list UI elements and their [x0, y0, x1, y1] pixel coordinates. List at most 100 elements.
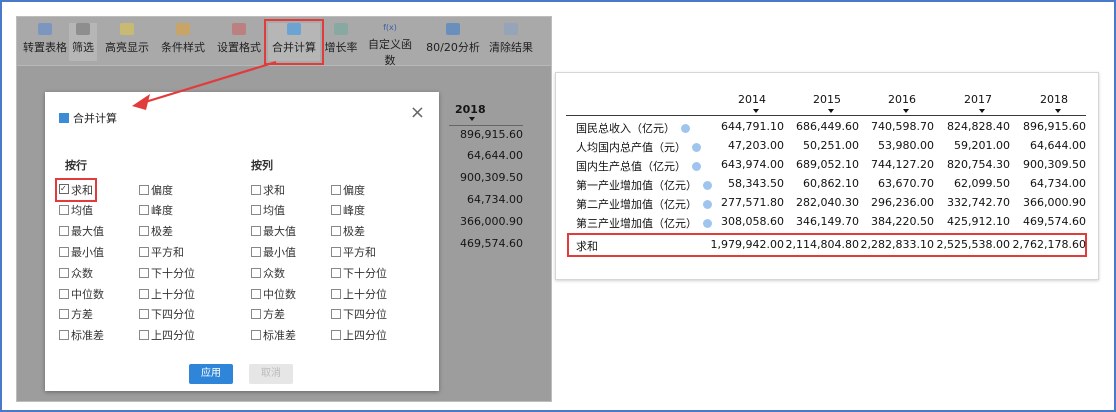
table-cell: 64,734.00: [1030, 177, 1086, 190]
row-option-max[interactable]: 最大值: [59, 223, 104, 239]
row-option-skewness[interactable]: 偏度: [139, 182, 173, 198]
bg-cell: 896,915.60: [460, 128, 523, 141]
checkbox-icon: [251, 205, 261, 215]
checkbox-icon: [59, 289, 69, 299]
row-option-range[interactable]: 极差: [139, 223, 173, 239]
col-option-mean[interactable]: 均值: [251, 202, 285, 218]
table-row: 第一产业增加值（亿元） 58,343.50 60,862.10 63,670.7…: [566, 177, 1086, 195]
col-option-kurtosis[interactable]: 峰度: [331, 202, 365, 218]
option-label: 下四分位: [151, 308, 195, 321]
option-label: 求和: [71, 184, 93, 197]
toolbar-filter-button[interactable]: 筛选: [69, 23, 97, 61]
row-label: 第三产业增加值（亿元）: [576, 215, 712, 231]
checkbox-icon: [331, 226, 341, 236]
toolbar-highlight-button[interactable]: 高亮显示: [103, 23, 151, 61]
year-header: 2017: [964, 93, 992, 106]
table-cell: 64,644.00: [1030, 139, 1086, 152]
toolbar-pareto-button[interactable]: 80/20分析: [425, 23, 481, 61]
option-label: 最大值: [263, 225, 296, 238]
filter-icon: [76, 23, 90, 35]
bg-sort-arrow-icon: [469, 117, 475, 121]
table-row: 国民总收入（亿元） 644,791.10 686,449.60 740,598.…: [566, 120, 1086, 138]
checkbox-icon: [139, 247, 149, 257]
cancel-button[interactable]: 取消: [249, 364, 293, 384]
checkbox-icon: [59, 309, 69, 319]
option-label: 标准差: [71, 329, 104, 342]
toolbar-format-button[interactable]: 设置格式: [217, 23, 261, 61]
toolbar-growth-rate-button[interactable]: 增长率: [323, 23, 359, 61]
info-icon[interactable]: [681, 124, 690, 133]
toolbar-custom-function-button[interactable]: f(x) 自定义函数: [363, 23, 417, 67]
col-option-mode[interactable]: 众数: [251, 265, 285, 281]
year-header: 2014: [738, 93, 766, 106]
option-label: 中位数: [263, 288, 296, 301]
row-option-std-dev[interactable]: 标准差: [59, 327, 104, 343]
toolbar-format-label: 设置格式: [217, 41, 261, 54]
toolbar-merge-calc-button[interactable]: 合并计算: [264, 19, 324, 65]
checkbox-icon: [251, 226, 261, 236]
option-label: 下十分位: [343, 267, 387, 280]
clear-icon: [504, 23, 518, 35]
col-option-upper-quartile[interactable]: 上四分位: [331, 327, 387, 343]
sort-arrow-icon[interactable]: [828, 109, 834, 113]
header-divider: [566, 115, 1086, 116]
sort-arrow-icon[interactable]: [753, 109, 759, 113]
col-option-std-dev[interactable]: 标准差: [251, 327, 296, 343]
col-option-sum[interactable]: 求和: [251, 182, 285, 198]
bg-year-header: 2018: [455, 103, 486, 116]
col-option-max[interactable]: 最大值: [251, 223, 296, 239]
toolbar-transpose-label: 转置表格: [23, 41, 67, 54]
toolbar-conditional-style-button[interactable]: 条件样式: [157, 23, 209, 61]
option-label: 均值: [263, 204, 285, 217]
col-option-min[interactable]: 最小值: [251, 244, 296, 260]
option-label: 标准差: [263, 329, 296, 342]
table-cell: 366,000.90: [1023, 196, 1086, 209]
growth-rate-icon: [334, 23, 348, 35]
option-label: 峰度: [343, 204, 365, 217]
row-option-mean[interactable]: 均值: [59, 202, 93, 218]
row-label-text: 人均国内总产值（元）: [576, 141, 686, 154]
sort-arrow-icon[interactable]: [979, 109, 985, 113]
row-option-upper-quartile[interactable]: 上四分位: [139, 327, 195, 343]
toolbar-growth-rate-label: 增长率: [324, 41, 358, 54]
checkbox-icon: [331, 330, 341, 340]
row-option-variance[interactable]: 方差: [59, 306, 93, 322]
row-option-kurtosis[interactable]: 峰度: [139, 202, 173, 218]
row-option-sum[interactable]: 求和: [55, 178, 97, 202]
col-option-skewness[interactable]: 偏度: [331, 182, 365, 198]
row-option-upper-decile[interactable]: 上十分位: [139, 286, 195, 302]
row-option-lower-quartile[interactable]: 下四分位: [139, 306, 195, 322]
checkbox-icon: [59, 226, 69, 236]
row-option-lower-decile[interactable]: 下十分位: [139, 265, 195, 281]
checkbox-icon: [139, 185, 149, 195]
dialog-title-text: 合并计算: [73, 112, 117, 125]
toolbar-clear-label: 清除结果: [489, 41, 533, 54]
format-icon: [232, 23, 246, 35]
col-option-variance[interactable]: 方差: [251, 306, 285, 322]
conditional-style-icon: [176, 23, 190, 35]
toolbar-transpose-button[interactable]: 转置表格: [23, 23, 67, 61]
checkbox-icon: [59, 268, 69, 278]
col-option-lower-quartile[interactable]: 下四分位: [331, 306, 387, 322]
sort-arrow-icon[interactable]: [903, 109, 909, 113]
sort-arrow-icon[interactable]: [1055, 109, 1061, 113]
col-option-range[interactable]: 极差: [331, 223, 365, 239]
col-option-lower-decile[interactable]: 下十分位: [331, 265, 387, 281]
row-label: 第一产业增加值（亿元）: [576, 177, 712, 193]
checkbox-icon: [331, 205, 341, 215]
col-option-median[interactable]: 中位数: [251, 286, 296, 302]
col-option-upper-decile[interactable]: 上十分位: [331, 286, 387, 302]
checkbox-icon: [59, 205, 69, 215]
toolbar-clear-button[interactable]: 清除结果: [487, 23, 535, 61]
option-label: 上十分位: [151, 288, 195, 301]
row-option-median[interactable]: 中位数: [59, 286, 104, 302]
toolbar-custom-function-label: 自定义函数: [368, 38, 412, 67]
apply-button[interactable]: 应用: [189, 364, 233, 384]
row-option-sum-of-squares[interactable]: 平方和: [139, 244, 184, 260]
close-icon[interactable]: ×: [410, 102, 425, 123]
option-label: 方差: [263, 308, 285, 321]
toolbar: 转置表格 筛选 高亮显示 条件样式 设置格式 合并计算 增长率 f(x) 自定义: [17, 17, 551, 67]
row-option-mode[interactable]: 众数: [59, 265, 93, 281]
col-option-sum-of-squares[interactable]: 平方和: [331, 244, 376, 260]
row-option-min[interactable]: 最小值: [59, 244, 104, 260]
